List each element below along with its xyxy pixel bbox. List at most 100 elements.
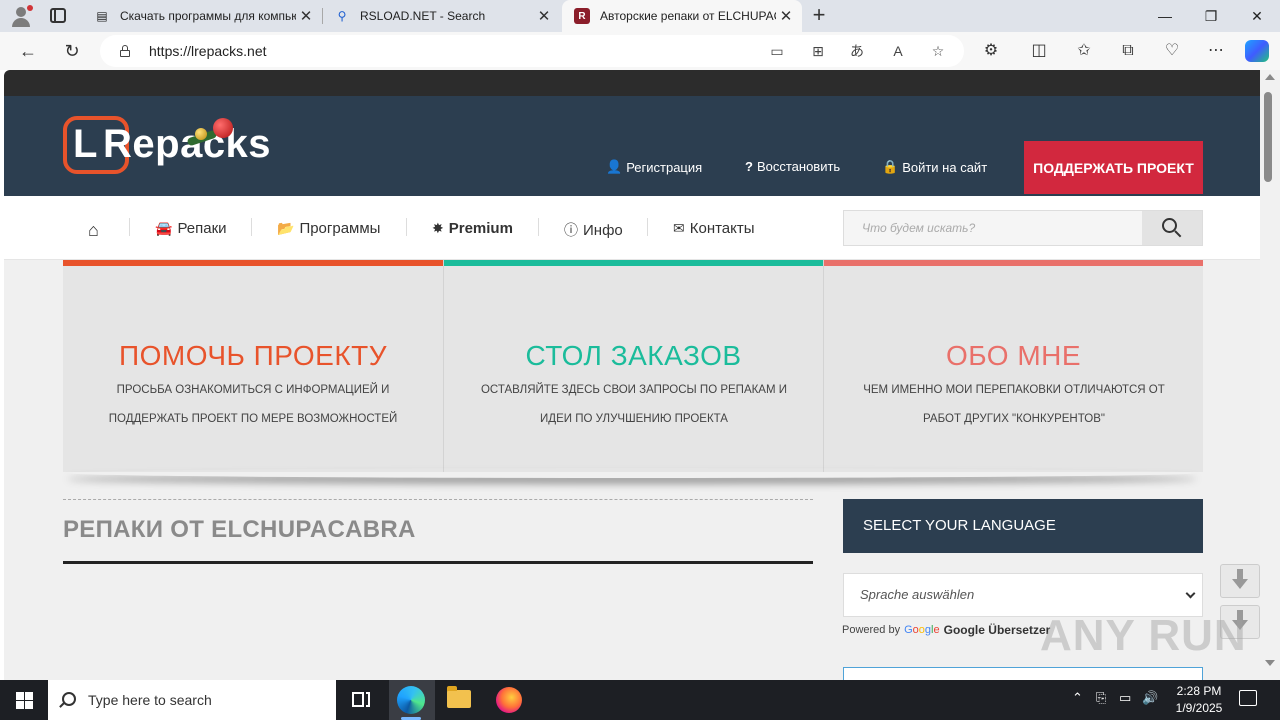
web-page: L Repacks 👤 Регистрация ? Восстановить 🔒…: [4, 70, 1260, 680]
powered-by-google: Powered by Google Google Übersetzer: [842, 623, 1050, 637]
menu-home[interactable]: ⌂: [88, 220, 99, 241]
feature-help-project[interactable]: ПОМОЧЬ ПРОЕКТУ Просьба ознакомиться с ин…: [63, 260, 443, 472]
back-arrow-icon[interactable]: ←: [16, 39, 40, 63]
volume-icon[interactable]: 🔊: [1142, 690, 1158, 706]
close-icon[interactable]: ✕: [776, 7, 796, 25]
feature-accent-bar: [63, 260, 443, 266]
collections-icon[interactable]: ⧉: [1117, 41, 1139, 61]
menu-info[interactable]: ⓘ Инфо: [564, 220, 623, 240]
menu-label: Программы: [299, 220, 381, 237]
menu-label: Репаки: [177, 220, 227, 237]
minimize-icon[interactable]: —: [1142, 0, 1188, 32]
tab-lrepacks-active[interactable]: R Авторские репаки от ELCHUPACABRA ✕: [562, 0, 802, 32]
edge-browser-icon[interactable]: [397, 686, 425, 714]
register-link[interactable]: 👤 Регистрация: [606, 159, 702, 175]
menu-programs[interactable]: 📂 Программы: [277, 220, 380, 237]
new-tab-button[interactable]: +: [808, 4, 830, 28]
refresh-icon[interactable]: ↻: [60, 39, 84, 63]
feature-description: Просьба ознакомиться с информацией и под…: [108, 384, 398, 425]
browser-tab-strip: ▤ Скачать программы для компьютера ✕ ⚲ R…: [0, 0, 1280, 32]
scroll-down-button[interactable]: [1220, 564, 1260, 598]
notification-icon[interactable]: [1239, 690, 1257, 706]
clock-time: 2:28 PM: [1176, 684, 1222, 698]
menu-label: Premium: [448, 220, 513, 237]
display-icon[interactable]: ▭: [1119, 690, 1131, 706]
more-menu-icon[interactable]: ⋯: [1205, 41, 1227, 61]
menu-repacks[interactable]: 🚘 Репаки: [155, 220, 227, 237]
lrepacks-favicon: R: [574, 8, 590, 24]
close-icon[interactable]: ✕: [296, 7, 316, 25]
site-header: L Repacks 👤 Регистрация ? Восстановить 🔒…: [4, 96, 1260, 196]
search-input[interactable]: [844, 211, 1142, 245]
apps-icon[interactable]: ⊞: [809, 43, 827, 59]
scroll-thumb[interactable]: [1264, 92, 1272, 182]
url-text[interactable]: https://lrepacks.net: [149, 43, 267, 59]
home-icon: ⌂: [88, 220, 99, 240]
menu-divider: [647, 218, 648, 236]
clock-date: 1/9/2025: [1175, 701, 1223, 715]
tab-actions-icon[interactable]: [50, 8, 66, 23]
question-icon: ?: [745, 159, 753, 174]
ornament-icon: [213, 118, 233, 138]
translator-link[interactable]: Google Übersetzer: [944, 623, 1051, 637]
copilot-icon[interactable]: [1245, 40, 1269, 62]
read-aloud-icon[interactable]: A: [889, 43, 907, 59]
tab-label: Скачать программы для компьютера: [120, 9, 296, 23]
taskbar-search-text: Type here to search: [88, 692, 212, 708]
feature-accent-bar: [444, 260, 823, 266]
feature-order-desk[interactable]: СТОЛ ЗАКАЗОВ Оставляйте здесь свои запро…: [443, 260, 823, 472]
firefox-icon[interactable]: [496, 687, 522, 713]
menu-divider: [251, 218, 252, 236]
ornament-icon: [195, 128, 207, 140]
site-logo[interactable]: L Repacks: [63, 116, 271, 176]
profile-icon[interactable]: [8, 4, 34, 28]
network-icon[interactable]: ⎘: [1096, 690, 1106, 706]
search-icon: [1162, 218, 1182, 238]
powered-by-label: Powered by: [842, 624, 901, 636]
window-close-icon[interactable]: ✕: [1234, 0, 1280, 32]
taskbar-search[interactable]: Type here to search: [48, 680, 336, 720]
section-title: РЕПАКИ ОТ ELCHUPACABRA: [63, 516, 416, 543]
support-project-button[interactable]: ПОДДЕРЖАТЬ ПРОЕКТ: [1024, 141, 1203, 194]
browser-toolbar: ← ↻ https://lrepacks.net ▭ ⊞ あ A ☆ ⚙ ◫ ✩…: [0, 32, 1280, 70]
restore-label: Восстановить: [756, 159, 841, 174]
favorite-star-icon[interactable]: ☆: [929, 43, 947, 59]
page-scrollbar[interactable]: [1260, 70, 1280, 680]
file-explorer-icon[interactable]: [447, 686, 471, 708]
extensions-icon[interactable]: ⚙: [980, 41, 1002, 61]
favorites-icon[interactable]: ✩: [1073, 41, 1095, 61]
device-icon[interactable]: ▭: [768, 43, 786, 59]
tab-skachat[interactable]: ▤ Скачать программы для компьютера ✕: [82, 0, 322, 32]
search-icon: ⚲: [337, 9, 347, 23]
envelope-icon: ✉: [673, 220, 685, 236]
login-link[interactable]: 🔒 Войти на сайт: [882, 159, 987, 175]
scroll-up-arrow-icon[interactable]: [1265, 74, 1275, 80]
tab-rsload-search[interactable]: ⚲ RSLOAD.NET - Search ✕: [322, 0, 560, 32]
search-icon: [62, 692, 76, 706]
restore-icon[interactable]: ❐: [1188, 0, 1234, 32]
car-icon: 🚘: [155, 220, 173, 236]
address-bar[interactable]: https://lrepacks.net ▭ ⊞ あ A ☆: [100, 35, 964, 67]
performance-icon[interactable]: ♡: [1161, 41, 1183, 61]
logo-text: Repacks: [103, 122, 272, 166]
menu-divider: [538, 218, 539, 236]
split-screen-icon[interactable]: ◫: [1028, 41, 1050, 61]
chevron-up-icon[interactable]: ⌃: [1072, 690, 1083, 706]
close-icon[interactable]: ✕: [534, 7, 554, 25]
chevron-down-icon: [1185, 588, 1196, 599]
language-heading: SELECT YOUR LANGUAGE: [843, 499, 1203, 553]
scroll-down-arrow-icon[interactable]: [1265, 660, 1275, 666]
lock-icon[interactable]: [120, 45, 130, 57]
search-button[interactable]: [1142, 211, 1202, 245]
feature-title: СТОЛ ЗАКАЗОВ: [525, 340, 742, 371]
task-view-icon[interactable]: [348, 686, 376, 714]
translate-icon[interactable]: あ: [848, 43, 866, 59]
system-clock[interactable]: 2:28 PM 1/9/2025: [1166, 683, 1232, 717]
start-windows-icon[interactable]: [16, 692, 33, 709]
windows-taskbar: Type here to search ⌃ ⎘ ▭ 🔊 2:28 PM 1/9/…: [0, 680, 1280, 720]
menu-contacts[interactable]: ✉ Контакты: [673, 220, 755, 237]
restore-link[interactable]: ? Восстановить: [745, 159, 840, 174]
feature-accent-bar: [824, 260, 1203, 266]
menu-premium[interactable]: ✸ Premium: [432, 220, 513, 237]
feature-about-me[interactable]: ОБО МНЕ Чем именно мои перепаковки отлич…: [823, 260, 1203, 472]
